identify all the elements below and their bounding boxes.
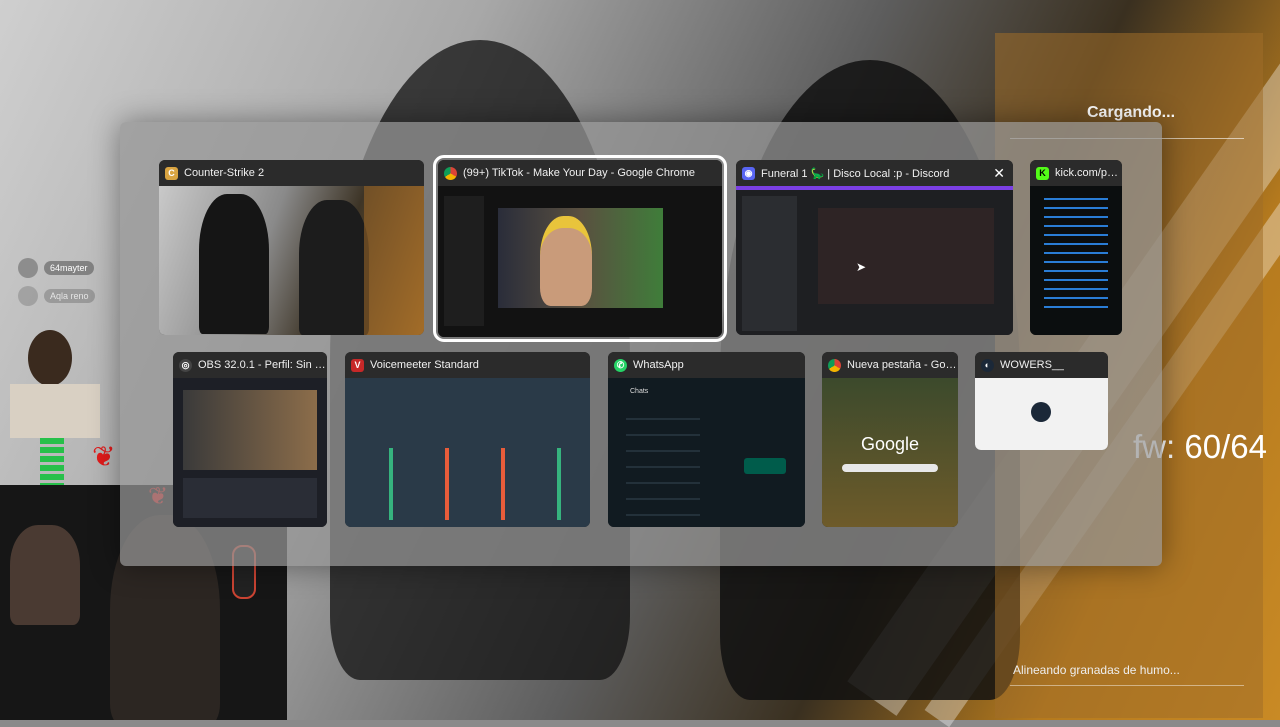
face-shape bbox=[540, 216, 592, 306]
window-title: Nueva pestaña - Google C... bbox=[847, 359, 958, 371]
fader-shape bbox=[501, 448, 505, 520]
window-tile-whatsapp[interactable]: ✆ WhatsApp Chats bbox=[608, 352, 805, 527]
close-icon[interactable]: ✕ bbox=[993, 165, 1005, 181]
obs-canvas-shape bbox=[183, 390, 317, 470]
shirt-shape bbox=[10, 384, 100, 438]
chrome-icon bbox=[828, 358, 841, 372]
discord-icon: ◉ bbox=[742, 166, 755, 180]
window-title: Counter-Strike 2 bbox=[184, 167, 265, 179]
person-shape bbox=[10, 525, 80, 625]
chrome-icon bbox=[444, 166, 457, 180]
chat-message: Aqla reno bbox=[18, 286, 95, 306]
steam-icon: ◐ bbox=[981, 358, 994, 372]
window-title: WhatsApp bbox=[633, 359, 684, 371]
chat-username: 64mayter bbox=[44, 261, 94, 275]
webcam-overlay-top bbox=[0, 320, 110, 438]
window-tile-header: (99+) TikTok - Make Your Day - Google Ch… bbox=[438, 160, 722, 186]
window-tile-obs[interactable]: ◎ OBS 32.0.1 - Perfil: Sin Título - Es..… bbox=[173, 352, 327, 527]
window-tile-header: C Counter-Strike 2 bbox=[159, 160, 424, 186]
window-tile-header: ◐ WOWERS__ bbox=[975, 352, 1108, 378]
window-preview bbox=[438, 186, 722, 337]
window-preview bbox=[975, 378, 1108, 450]
window-tile-header: ✆ WhatsApp bbox=[608, 352, 805, 378]
loading-panel-mini bbox=[364, 186, 424, 335]
soldier-shape bbox=[199, 194, 269, 334]
window-tile-header: Nueva pestaña - Google C... bbox=[822, 352, 958, 378]
window-title: kick.com/popo... bbox=[1055, 167, 1122, 179]
window-title: (99+) TikTok - Make Your Day - Google Ch… bbox=[463, 167, 696, 179]
window-preview: Google bbox=[822, 378, 958, 527]
window-tile-voicemeeter[interactable]: V Voicemeeter Standard bbox=[345, 352, 590, 527]
google-logo: Google bbox=[860, 434, 920, 454]
avatar bbox=[18, 258, 38, 278]
search-box-shape bbox=[842, 464, 938, 472]
window-tile-kick[interactable]: K kick.com/popo... bbox=[1030, 160, 1122, 335]
window-preview bbox=[1030, 186, 1122, 335]
window-tile-tiktok[interactable]: (99+) TikTok - Make Your Day - Google Ch… bbox=[433, 155, 727, 342]
fader-shape bbox=[445, 448, 449, 520]
window-tile-header: K kick.com/popo... bbox=[1030, 160, 1122, 186]
voicemeeter-icon: V bbox=[351, 358, 364, 372]
window-tile-new-tab[interactable]: Nueva pestaña - Google C... Google bbox=[822, 352, 958, 527]
window-preview: Chats bbox=[608, 378, 805, 527]
loading-text: Cargando... bbox=[1087, 104, 1176, 121]
cursor-icon: ➤ bbox=[856, 260, 867, 274]
window-tile-header: V Voicemeeter Standard bbox=[345, 352, 590, 378]
stream-chat: 64mayter Aqla reno bbox=[18, 258, 95, 314]
cs2-icon: C bbox=[165, 166, 178, 180]
soldier-shape bbox=[299, 200, 369, 335]
avatar bbox=[18, 286, 38, 306]
butterfly-sticker: ❦ bbox=[92, 441, 116, 472]
window-preview: ➤ bbox=[736, 186, 1013, 335]
window-preview bbox=[345, 378, 590, 527]
window-preview bbox=[159, 186, 424, 335]
loading-tip: Alineando granadas de humo... bbox=[1013, 663, 1180, 677]
fader-shape bbox=[557, 448, 561, 520]
window-title: WOWERS__ bbox=[1000, 359, 1065, 371]
window-tile-discord[interactable]: ◉ Funeral 1 🦕 | Disco Local :p - Discord… bbox=[736, 160, 1013, 335]
window-tile-steam[interactable]: ◐ WOWERS__ bbox=[975, 352, 1108, 450]
window-preview bbox=[173, 378, 327, 527]
window-title: Voicemeeter Standard bbox=[370, 359, 479, 371]
face-shape bbox=[28, 330, 72, 386]
loading-progress-line bbox=[1010, 685, 1244, 686]
window-title: OBS 32.0.1 - Perfil: Sin Título - Es... bbox=[198, 359, 327, 371]
fader-shape bbox=[389, 448, 393, 520]
steam-logo-icon bbox=[1031, 402, 1051, 422]
chat-list-shape bbox=[626, 404, 700, 524]
chat-message: 64mayter bbox=[18, 258, 95, 278]
kick-icon: K bbox=[1036, 166, 1049, 180]
sidebar-shape bbox=[742, 196, 797, 331]
window-tile-header: ◎ OBS 32.0.1 - Perfil: Sin Título - Es..… bbox=[173, 352, 327, 378]
chat-lines-shape bbox=[1044, 194, 1108, 314]
obs-icon: ◎ bbox=[179, 358, 192, 372]
sidebar-shape bbox=[444, 196, 484, 326]
chat-username: Aqla reno bbox=[44, 289, 95, 303]
whatsapp-icon: ✆ bbox=[614, 358, 627, 372]
stream-area bbox=[818, 208, 994, 304]
obs-mixer-shape bbox=[183, 478, 317, 518]
window-tile-header: ◉ Funeral 1 🦕 | Disco Local :p - Discord… bbox=[736, 160, 1013, 186]
whatsapp-chats-label: Chats bbox=[630, 388, 649, 395]
message-bubble bbox=[744, 458, 786, 474]
window-title: Funeral 1 🦕 | Disco Local :p - Discord bbox=[761, 167, 950, 180]
window-tile-counter-strike[interactable]: C Counter-Strike 2 bbox=[159, 160, 424, 335]
